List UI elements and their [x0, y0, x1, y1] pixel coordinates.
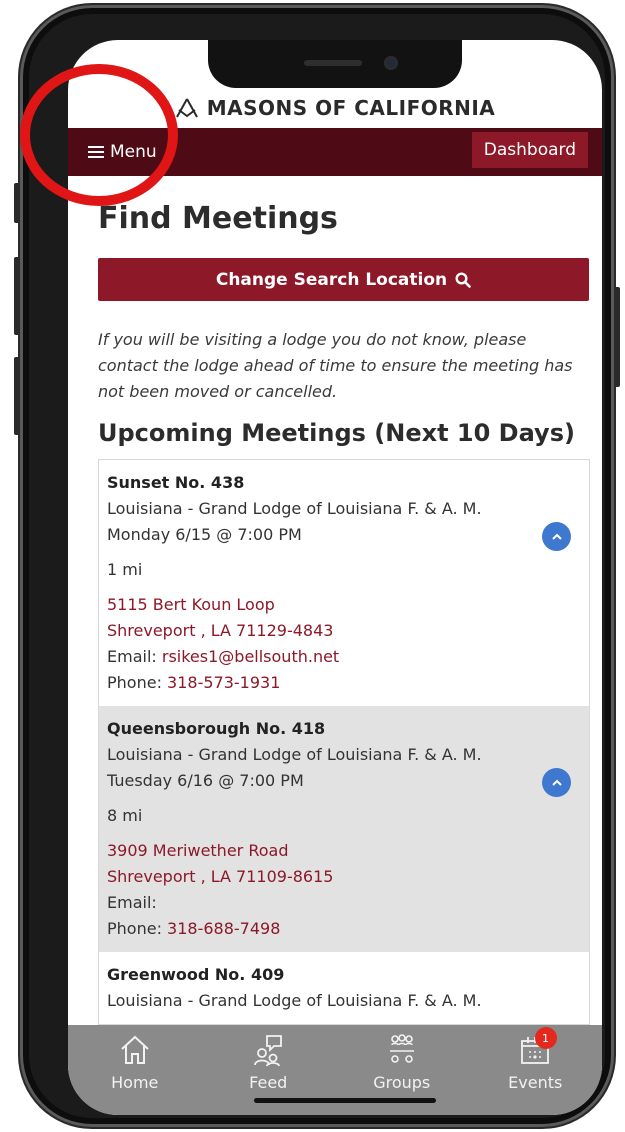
- mute-switch: [14, 183, 20, 223]
- lodge-name: Queensborough No. 418: [107, 719, 326, 738]
- email-row: Email: rsikes1@bellsouth.net: [107, 644, 575, 670]
- lodge-name: Sunset No. 438: [107, 473, 245, 492]
- address-line-1[interactable]: 5115 Bert Koun Loop: [107, 592, 575, 618]
- meeting-time: Tuesday 6/16 @ 7:00 PM: [107, 771, 304, 790]
- lodge-jurisdiction: Louisiana - Grand Lodge of Louisiana F. …: [107, 991, 482, 1010]
- lodge-name: Greenwood No. 409: [107, 965, 285, 984]
- email-label: Email:: [107, 647, 157, 666]
- email-link[interactable]: rsikes1@bellsouth.net: [162, 647, 339, 666]
- home-icon: [121, 1035, 149, 1064]
- phone-screen: MASONS OF CALIFORNIA Menu Dashboard Find…: [68, 40, 602, 1115]
- phone-label: Phone:: [107, 919, 162, 938]
- phone-link[interactable]: 318-573-1931: [167, 673, 280, 692]
- address-line-1[interactable]: 3909 Meriwether Road: [107, 838, 575, 864]
- nav-home[interactable]: Home: [68, 1033, 202, 1115]
- lodge-distance: 8 mi: [107, 806, 143, 825]
- collapse-chevron-up-icon[interactable]: [542, 522, 571, 551]
- feed-icon: [254, 1035, 283, 1067]
- logo-text: MASONS OF CALIFORNIA: [206, 96, 496, 120]
- volume-down-button: [14, 357, 20, 435]
- nav-events-label: Events: [508, 1073, 563, 1092]
- speaker: [304, 60, 362, 66]
- annotation-highlight-circle: [20, 64, 178, 206]
- address-line-2[interactable]: Shreveport , LA 71109-8615: [107, 864, 575, 890]
- square-compass-icon: [175, 98, 198, 118]
- main-content: Find Meetings Change Search Location If …: [98, 176, 590, 1025]
- page-title: Find Meetings: [98, 201, 338, 236]
- nav-events[interactable]: Events 1: [469, 1027, 603, 1115]
- phone-label: Phone:: [107, 673, 162, 692]
- nav-groups-label: Groups: [373, 1073, 431, 1092]
- groups-icon: [389, 1034, 414, 1063]
- collapse-chevron-up-icon[interactable]: [542, 768, 571, 797]
- meeting-time: Monday 6/15 @ 7:00 PM: [107, 525, 302, 544]
- notch: [208, 40, 462, 88]
- meeting-card[interactable]: Sunset No. 438 Louisiana - Grand Lodge o…: [99, 460, 589, 706]
- visiting-notice: If you will be visiting a lodge you do n…: [98, 330, 573, 401]
- phone-row: Phone: 318-688-7498: [107, 916, 575, 942]
- nav-home-label: Home: [111, 1073, 159, 1092]
- dashboard-button[interactable]: Dashboard: [471, 132, 588, 168]
- nav-feed-label: Feed: [249, 1073, 288, 1092]
- phone-link[interactable]: 318-688-7498: [167, 919, 280, 938]
- meeting-card[interactable]: Queensborough No. 418 Louisiana - Grand …: [99, 706, 589, 952]
- phone-row: Phone: 318-573-1931: [107, 670, 575, 696]
- change-search-location-button[interactable]: Change Search Location: [98, 258, 589, 301]
- lodge-jurisdiction: Louisiana - Grand Lodge of Louisiana F. …: [107, 499, 482, 518]
- front-camera: [384, 56, 398, 70]
- section-title: Upcoming Meetings (Next 10 Days): [98, 419, 575, 447]
- meeting-list: Sunset No. 438 Louisiana - Grand Lodge o…: [98, 459, 590, 1025]
- email-label: Email:: [107, 893, 157, 912]
- email-row: Email:: [107, 890, 575, 916]
- meeting-card[interactable]: Greenwood No. 409 Louisiana - Grand Lodg…: [99, 952, 589, 1024]
- lodge-distance: 1 mi: [107, 560, 143, 579]
- address-line-2[interactable]: Shreveport , LA 71129-4843: [107, 618, 575, 644]
- change-search-location-label: Change Search Location: [215, 269, 448, 290]
- notification-badge: 1: [534, 1027, 557, 1049]
- search-icon: [455, 271, 471, 288]
- volume-up-button: [14, 257, 20, 335]
- lodge-jurisdiction: Louisiana - Grand Lodge of Louisiana F. …: [107, 745, 482, 764]
- power-button: [614, 287, 620, 387]
- home-indicator: [254, 1098, 436, 1103]
